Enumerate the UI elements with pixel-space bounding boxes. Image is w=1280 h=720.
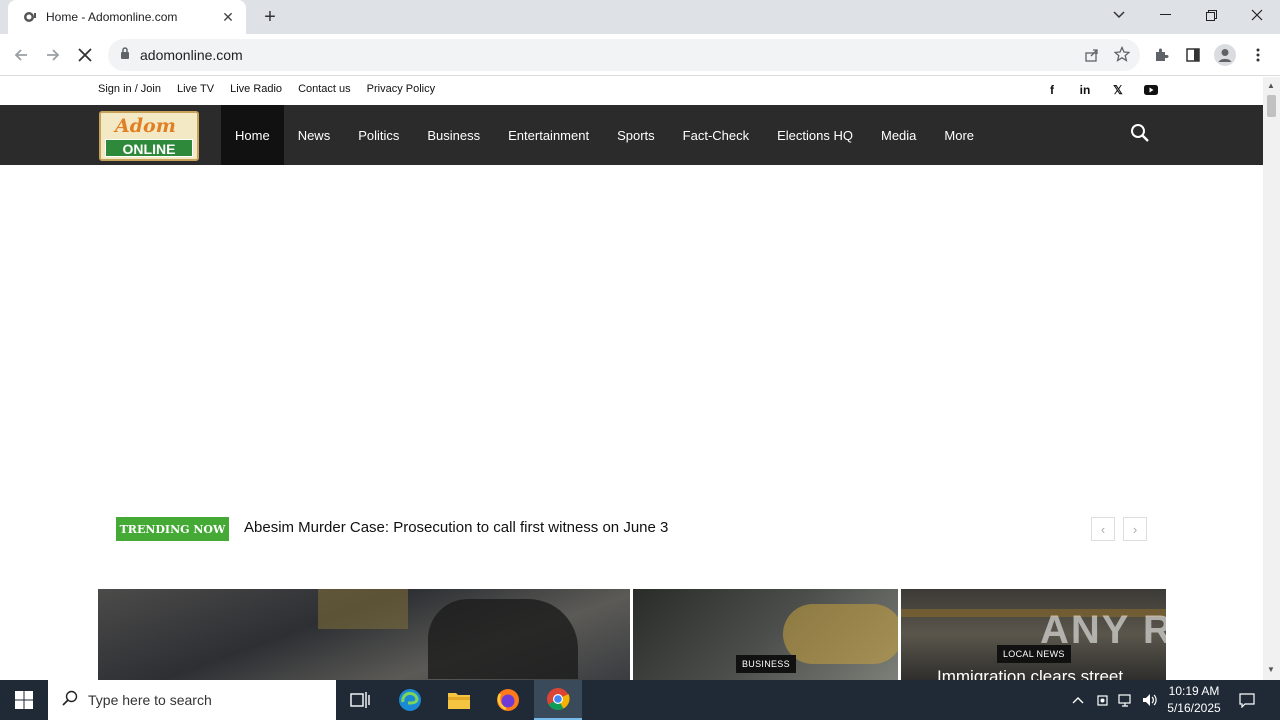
story-card-1[interactable] bbox=[98, 589, 630, 680]
forward-button[interactable] bbox=[40, 42, 66, 68]
sign-in-link[interactable]: Sign in / Join bbox=[98, 83, 161, 95]
taskbar-search-icon bbox=[62, 690, 78, 711]
trending-next-button[interactable]: › bbox=[1123, 517, 1147, 541]
tab-search-icon[interactable] bbox=[1096, 0, 1142, 30]
windows-taskbar: Type here to search 10:19 AM 5/16/2025 bbox=[0, 680, 1280, 720]
firefox-icon[interactable] bbox=[484, 680, 532, 720]
back-button[interactable] bbox=[8, 42, 34, 68]
nav-sports[interactable]: Sports bbox=[603, 105, 669, 165]
page-viewport: Sign in / Join Live TV Live Radio Contac… bbox=[0, 77, 1263, 680]
top-links: Sign in / Join Live TV Live Radio Contac… bbox=[98, 83, 435, 95]
trending-headline[interactable]: Abesim Murder Case: Prosecution to call … bbox=[244, 519, 668, 536]
browser-menu-icon[interactable] bbox=[1245, 42, 1271, 68]
meet-now-icon[interactable] bbox=[1093, 680, 1113, 720]
close-window-button[interactable] bbox=[1234, 0, 1280, 30]
nav-home[interactable]: Home bbox=[221, 105, 284, 165]
logo-adom-text: Adom bbox=[115, 115, 176, 137]
x-icon[interactable]: 𝕏 bbox=[1110, 83, 1126, 97]
url-text: adomonline.com bbox=[140, 47, 243, 63]
new-tab-button[interactable]: + bbox=[258, 5, 282, 29]
facebook-icon[interactable]: f bbox=[1044, 83, 1060, 97]
side-panel-icon[interactable] bbox=[1180, 42, 1206, 68]
notifications-icon[interactable] bbox=[1236, 680, 1258, 720]
task-view-icon[interactable] bbox=[336, 680, 384, 720]
nav-entertainment[interactable]: Entertainment bbox=[494, 105, 603, 165]
trending-bar: TRENDING NOW Abesim Murder Case: Prosecu… bbox=[116, 517, 1150, 541]
show-hidden-icons-chevron-icon[interactable] bbox=[1068, 680, 1088, 720]
story-image-1 bbox=[318, 589, 408, 629]
search-icon[interactable] bbox=[1130, 123, 1152, 145]
windows-start-icon[interactable] bbox=[0, 680, 48, 720]
clock-time: 10:19 AM bbox=[1168, 684, 1220, 698]
ad-placeholder-area bbox=[0, 165, 1263, 505]
restore-button[interactable] bbox=[1188, 0, 1234, 30]
live-radio-link[interactable]: Live Radio bbox=[230, 83, 282, 95]
nav-more[interactable]: More bbox=[930, 105, 988, 165]
minimize-button[interactable] bbox=[1142, 0, 1188, 30]
main-navigation: Adom ONLINE Home News Politics Business … bbox=[0, 105, 1263, 165]
nav-news[interactable]: News bbox=[284, 105, 345, 165]
contact-us-link[interactable]: Contact us bbox=[298, 83, 351, 95]
tab-close-icon[interactable]: ✕ bbox=[220, 9, 236, 26]
scrollbar-thumb[interactable] bbox=[1267, 95, 1276, 117]
site-top-bar: Sign in / Join Live TV Live Radio Contac… bbox=[0, 77, 1263, 105]
lock-icon bbox=[120, 46, 130, 64]
scroll-down-arrow-icon[interactable]: ▼ bbox=[1267, 665, 1275, 674]
anyrun-watermark: ANY RUN bbox=[1040, 608, 1236, 652]
scroll-up-arrow-icon[interactable]: ▲ bbox=[1267, 81, 1275, 90]
taskbar-search-box[interactable]: Type here to search bbox=[48, 680, 336, 720]
extensions-icon[interactable] bbox=[1148, 42, 1174, 68]
story-title-3[interactable]: Immigration clears street bbox=[937, 667, 1123, 680]
nav-elections-hq[interactable]: Elections HQ bbox=[763, 105, 867, 165]
category-badge-business[interactable]: BUSINESS bbox=[736, 655, 796, 673]
live-tv-link[interactable]: Live TV bbox=[177, 83, 214, 95]
story-card-2[interactable]: BUSINESS bbox=[633, 589, 898, 680]
volume-icon[interactable] bbox=[1140, 680, 1160, 720]
address-bar[interactable]: adomonline.com bbox=[108, 39, 1140, 71]
nav-business[interactable]: Business bbox=[413, 105, 494, 165]
share-icon[interactable] bbox=[1084, 47, 1100, 68]
story-image-1-bag bbox=[428, 599, 578, 679]
edge-browser-icon[interactable] bbox=[386, 680, 434, 720]
linkedin-icon[interactable]: in bbox=[1077, 83, 1093, 97]
privacy-policy-link[interactable]: Privacy Policy bbox=[367, 83, 435, 95]
trending-badge: TRENDING NOW bbox=[116, 517, 229, 541]
nav-menu: Home News Politics Business Entertainmen… bbox=[221, 105, 988, 165]
nav-media[interactable]: Media bbox=[867, 105, 930, 165]
browser-tab[interactable]: Home - Adomonline.com ✕ bbox=[8, 0, 246, 34]
page-scrollbar[interactable]: ▲ ▼ bbox=[1263, 77, 1280, 680]
tab-title: Home - Adomonline.com bbox=[46, 10, 178, 24]
nav-politics[interactable]: Politics bbox=[344, 105, 413, 165]
youtube-icon[interactable] bbox=[1143, 84, 1159, 98]
clock-date: 5/16/2025 bbox=[1167, 701, 1221, 715]
trending-prev-button[interactable]: ‹ bbox=[1091, 517, 1115, 541]
adom-online-logo[interactable]: Adom ONLINE bbox=[99, 111, 199, 161]
site-favicon-icon bbox=[22, 9, 38, 25]
stop-loading-button[interactable] bbox=[72, 42, 98, 68]
network-icon[interactable] bbox=[1116, 680, 1136, 720]
browser-tab-strip: Home - Adomonline.com ✕ + bbox=[0, 0, 1280, 34]
bookmark-star-icon[interactable] bbox=[1113, 45, 1131, 67]
chrome-icon[interactable] bbox=[534, 680, 582, 720]
profile-avatar-icon[interactable] bbox=[1212, 42, 1238, 68]
nav-fact-check[interactable]: Fact-Check bbox=[669, 105, 763, 165]
taskbar-search-placeholder: Type here to search bbox=[88, 692, 212, 708]
logo-online-text: ONLINE bbox=[105, 139, 193, 157]
file-explorer-icon[interactable] bbox=[435, 680, 483, 720]
browser-toolbar: adomonline.com bbox=[0, 34, 1280, 76]
taskbar-clock[interactable]: 10:19 AM 5/16/2025 bbox=[1162, 683, 1226, 717]
story-image-2 bbox=[783, 604, 898, 664]
